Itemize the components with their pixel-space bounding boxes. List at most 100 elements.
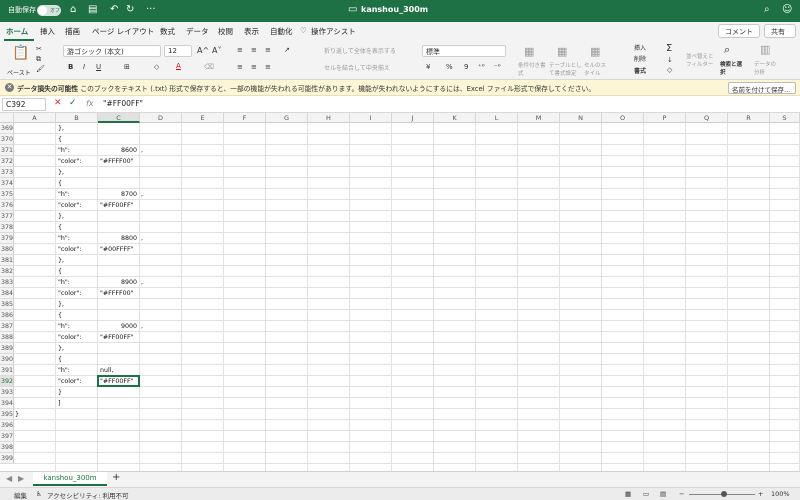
cell-d383[interactable]: ,: [141, 277, 143, 288]
cell-b380[interactable]: "color":: [58, 244, 81, 255]
align-center-icon[interactable]: ≡: [251, 63, 257, 71]
cell-c375[interactable]: 8700: [98, 189, 137, 200]
cell-b386[interactable]: {: [58, 310, 62, 321]
row-header[interactable]: 379: [0, 233, 14, 244]
next-sheet-icon[interactable]: ▶: [18, 474, 24, 483]
save-as-button[interactable]: 名前を付けて保存...: [728, 82, 796, 94]
grow-font-button[interactable]: A^: [197, 46, 209, 55]
cell-c387[interactable]: 9000: [98, 321, 137, 332]
cell-a395[interactable]: }: [15, 409, 19, 420]
column-header-o[interactable]: O: [602, 113, 644, 123]
cut-icon[interactable]: ✂: [36, 45, 42, 53]
row-header[interactable]: 388: [0, 332, 14, 343]
account-icon[interactable]: ☺: [782, 4, 792, 15]
align-top-icon[interactable]: ≡: [237, 46, 243, 54]
row-header[interactable]: 380: [0, 244, 14, 255]
autosum-button[interactable]: Σ: [666, 43, 672, 54]
cancel-icon[interactable]: ✕: [54, 98, 62, 108]
select-all-corner[interactable]: [0, 113, 14, 123]
format-as-table-button[interactable]: テーブルとして書式設定: [549, 61, 583, 77]
borders-icon[interactable]: ⊞: [124, 63, 130, 71]
add-sheet-button[interactable]: +: [112, 472, 120, 483]
undo-icon[interactable]: ↶: [110, 4, 118, 15]
tab-tell-me[interactable]: 操作アシスト: [311, 26, 356, 37]
accessibility-status[interactable]: アクセシビリティ: 利用不可: [47, 490, 129, 500]
column-header-a[interactable]: A: [14, 113, 56, 123]
column-header-b[interactable]: B: [56, 113, 98, 123]
insert-button[interactable]: 挿入: [634, 43, 646, 52]
row-header[interactable]: 378: [0, 222, 14, 233]
row-header[interactable]: 386: [0, 310, 14, 321]
document-title[interactable]: kanshou_300m: [361, 5, 428, 14]
row-header[interactable]: 398: [0, 442, 14, 453]
cell-b382[interactable]: {: [58, 266, 62, 277]
row-header[interactable]: 385: [0, 299, 14, 310]
column-header-p[interactable]: P: [644, 113, 686, 123]
italic-button[interactable]: I: [83, 63, 85, 71]
tab-formulas[interactable]: 数式: [160, 26, 175, 37]
cell-d375[interactable]: ,: [141, 189, 143, 200]
row-header[interactable]: 377: [0, 211, 14, 222]
format-as-table-icon[interactable]: ▦: [557, 45, 567, 58]
column-header-e[interactable]: E: [182, 113, 224, 123]
cell-c380[interactable]: "#00FFFF": [100, 244, 134, 255]
cell-b385[interactable]: },: [58, 299, 64, 310]
increase-decimal-icon[interactable]: ⁺⁰: [478, 63, 485, 71]
row-header[interactable]: 387: [0, 321, 14, 332]
enter-icon[interactable]: ✓: [69, 98, 77, 108]
merge-center-button[interactable]: セルを結合して中央揃え: [324, 63, 390, 72]
autosave-toggle[interactable]: オフ: [37, 5, 61, 16]
row-header[interactable]: 396: [0, 420, 14, 431]
name-box[interactable]: C392: [2, 98, 46, 111]
align-bottom-icon[interactable]: ≡: [265, 46, 271, 54]
tab-review[interactable]: 校閲: [218, 26, 233, 37]
row-header[interactable]: 370: [0, 134, 14, 145]
sheet-tab[interactable]: kanshou_300m: [33, 472, 107, 486]
paste-label[interactable]: ペースト: [7, 68, 31, 77]
format-painter-icon[interactable]: 🖌: [36, 65, 45, 73]
cell-b375[interactable]: "h":: [58, 189, 70, 200]
tab-draw[interactable]: 描画: [65, 26, 80, 37]
shrink-font-button[interactable]: A˅: [212, 46, 221, 55]
tab-data[interactable]: データ: [186, 26, 209, 37]
delete-button[interactable]: 削除: [634, 54, 646, 63]
prev-sheet-icon[interactable]: ◀: [6, 474, 12, 483]
cell-b378[interactable]: {: [58, 222, 62, 233]
cell-b381[interactable]: },: [58, 255, 64, 266]
cell-c383[interactable]: 8900: [98, 277, 137, 288]
clear-icon[interactable]: ◇: [667, 66, 672, 74]
column-header-r[interactable]: R: [728, 113, 770, 123]
cell-c376[interactable]: "#FF00FF": [100, 200, 134, 211]
cell-b389[interactable]: },: [58, 343, 64, 354]
cell-b369[interactable]: },: [58, 123, 64, 134]
cell-b374[interactable]: {: [58, 178, 62, 189]
align-middle-icon[interactable]: ≡: [251, 46, 257, 54]
font-color-button[interactable]: A: [176, 62, 181, 70]
column-header-q[interactable]: Q: [686, 113, 728, 123]
column-header-i[interactable]: I: [350, 113, 392, 123]
zoom-in-icon[interactable]: +: [758, 490, 763, 498]
cell-c388[interactable]: "#FF00FF": [100, 332, 134, 343]
cell-d387[interactable]: ,: [141, 321, 143, 332]
align-right-icon[interactable]: ≡: [265, 63, 271, 71]
row-header[interactable]: 376: [0, 200, 14, 211]
find-icon[interactable]: ⌕: [724, 43, 730, 57]
format-button[interactable]: 書式: [634, 66, 646, 75]
insert-function-button[interactable]: fx: [86, 99, 94, 108]
row-header[interactable]: 374: [0, 178, 14, 189]
row-header[interactable]: 399: [0, 453, 14, 464]
analyze-data-button[interactable]: データの分析: [754, 60, 778, 76]
fill-color-icon[interactable]: ◇: [154, 63, 159, 71]
cell-c384[interactable]: "#FFFF00": [100, 288, 134, 299]
search-icon[interactable]: ⌕: [764, 4, 770, 15]
save-icon[interactable]: ▤: [88, 4, 97, 15]
column-header-c[interactable]: C: [98, 113, 140, 123]
share-button[interactable]: 共有: [764, 24, 796, 38]
zoom-slider-handle[interactable]: [721, 491, 727, 497]
row-header[interactable]: 391: [0, 365, 14, 376]
cell-b388[interactable]: "color":: [58, 332, 81, 343]
row-header[interactable]: 381: [0, 255, 14, 266]
row-header[interactable]: 393: [0, 387, 14, 398]
find-select-button[interactable]: 検索と選択: [720, 60, 742, 76]
row-header[interactable]: 375: [0, 189, 14, 200]
